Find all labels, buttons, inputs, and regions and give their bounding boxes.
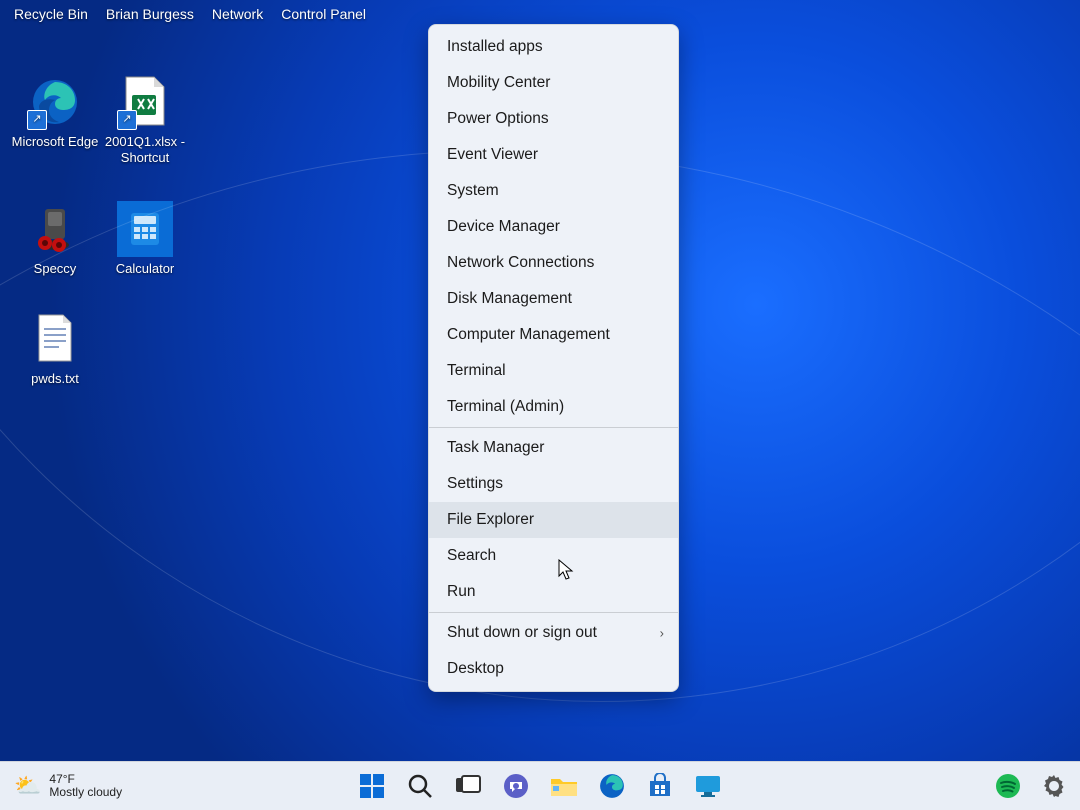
menu-item-mobility-center[interactable]: Mobility Center: [429, 65, 678, 101]
icon-label: 2001Q1.xlsx - Shortcut: [100, 134, 190, 167]
icon-label: pwds.txt: [10, 371, 100, 387]
menu-item-task-manager[interactable]: Task Manager: [429, 430, 678, 466]
menu-item-desktop[interactable]: Desktop: [429, 651, 678, 687]
desktop-icon-xlsx-shortcut[interactable]: ↗ 2001Q1.xlsx - Shortcut: [100, 70, 190, 177]
menu-item-run[interactable]: Run: [429, 574, 678, 610]
menu-divider: [429, 427, 678, 428]
menu-item-installed-apps[interactable]: Installed apps: [429, 29, 678, 65]
taskbar-center-icons: [358, 772, 722, 800]
task-view-icon[interactable]: [454, 772, 482, 800]
icon-label: Microsoft Edge: [10, 134, 100, 150]
weather-condition: Mostly cloudy: [49, 786, 122, 799]
power-user-menu: Installed appsMobility CenterPower Optio…: [428, 24, 679, 692]
menu-divider: [429, 612, 678, 613]
label-user-folder[interactable]: Brian Burgess: [106, 6, 194, 22]
chevron-right-icon: ›: [660, 626, 664, 641]
edge-taskbar-icon[interactable]: [598, 772, 626, 800]
desktop-icons-area: ↗ Microsoft Edge ↗ 2001Q1.xlsx - Shortcu…: [10, 70, 190, 397]
taskbar: ⛅ 47°F Mostly cloudy: [0, 761, 1080, 810]
taskbar-search-icon[interactable]: [406, 772, 434, 800]
edge-icon: ↗: [27, 74, 83, 130]
speccy-icon: [27, 201, 83, 257]
menu-item-event-viewer[interactable]: Event Viewer: [429, 137, 678, 173]
store-icon[interactable]: [646, 772, 674, 800]
label-control-panel[interactable]: Control Panel: [281, 6, 366, 22]
menu-item-network-connections[interactable]: Network Connections: [429, 245, 678, 281]
menu-item-power-options[interactable]: Power Options: [429, 101, 678, 137]
shortcut-arrow-icon: ↗: [27, 110, 47, 130]
weather-icon: ⛅: [14, 774, 41, 798]
menu-item-computer-management[interactable]: Computer Management: [429, 317, 678, 353]
menu-item-terminal[interactable]: Terminal: [429, 353, 678, 389]
start-button[interactable]: [358, 772, 386, 800]
desktop-icon-edge[interactable]: ↗ Microsoft Edge: [10, 70, 100, 177]
menu-item-system[interactable]: System: [429, 173, 678, 209]
desktop-icon-pwds-txt[interactable]: pwds.txt: [10, 307, 100, 397]
menu-item-disk-management[interactable]: Disk Management: [429, 281, 678, 317]
desktop-icon-speccy[interactable]: Speccy: [10, 197, 100, 287]
menu-item-settings[interactable]: Settings: [429, 466, 678, 502]
desktop-app-icon[interactable]: [694, 772, 722, 800]
menu-item-terminal-admin-[interactable]: Terminal (Admin): [429, 389, 678, 425]
desktop-icon-calculator[interactable]: Calculator: [100, 197, 190, 287]
text-file-icon: [27, 311, 83, 367]
excel-file-icon: ↗: [117, 74, 173, 130]
chat-icon[interactable]: [502, 772, 530, 800]
spotify-icon[interactable]: [994, 772, 1022, 800]
file-explorer-icon[interactable]: [550, 772, 578, 800]
menu-item-shut-down-or-sign-out[interactable]: Shut down or sign out›: [429, 615, 678, 651]
label-network[interactable]: Network: [212, 6, 263, 22]
desktop[interactable]: Recycle Bin Brian Burgess Network Contro…: [0, 0, 1080, 761]
desktop-icon-labels-top: Recycle Bin Brian Burgess Network Contro…: [14, 6, 366, 22]
calculator-icon: [117, 201, 173, 257]
shortcut-arrow-icon: ↗: [117, 110, 137, 130]
icon-label: Calculator: [100, 261, 190, 277]
menu-item-device-manager[interactable]: Device Manager: [429, 209, 678, 245]
label-recycle-bin[interactable]: Recycle Bin: [14, 6, 88, 22]
taskbar-weather-widget[interactable]: ⛅ 47°F Mostly cloudy: [0, 773, 122, 799]
settings-gear-icon[interactable]: [1040, 772, 1068, 800]
menu-item-file-explorer[interactable]: File Explorer: [429, 502, 678, 538]
icon-label: Speccy: [10, 261, 100, 277]
menu-item-search[interactable]: Search: [429, 538, 678, 574]
taskbar-right-icons: [994, 772, 1068, 800]
